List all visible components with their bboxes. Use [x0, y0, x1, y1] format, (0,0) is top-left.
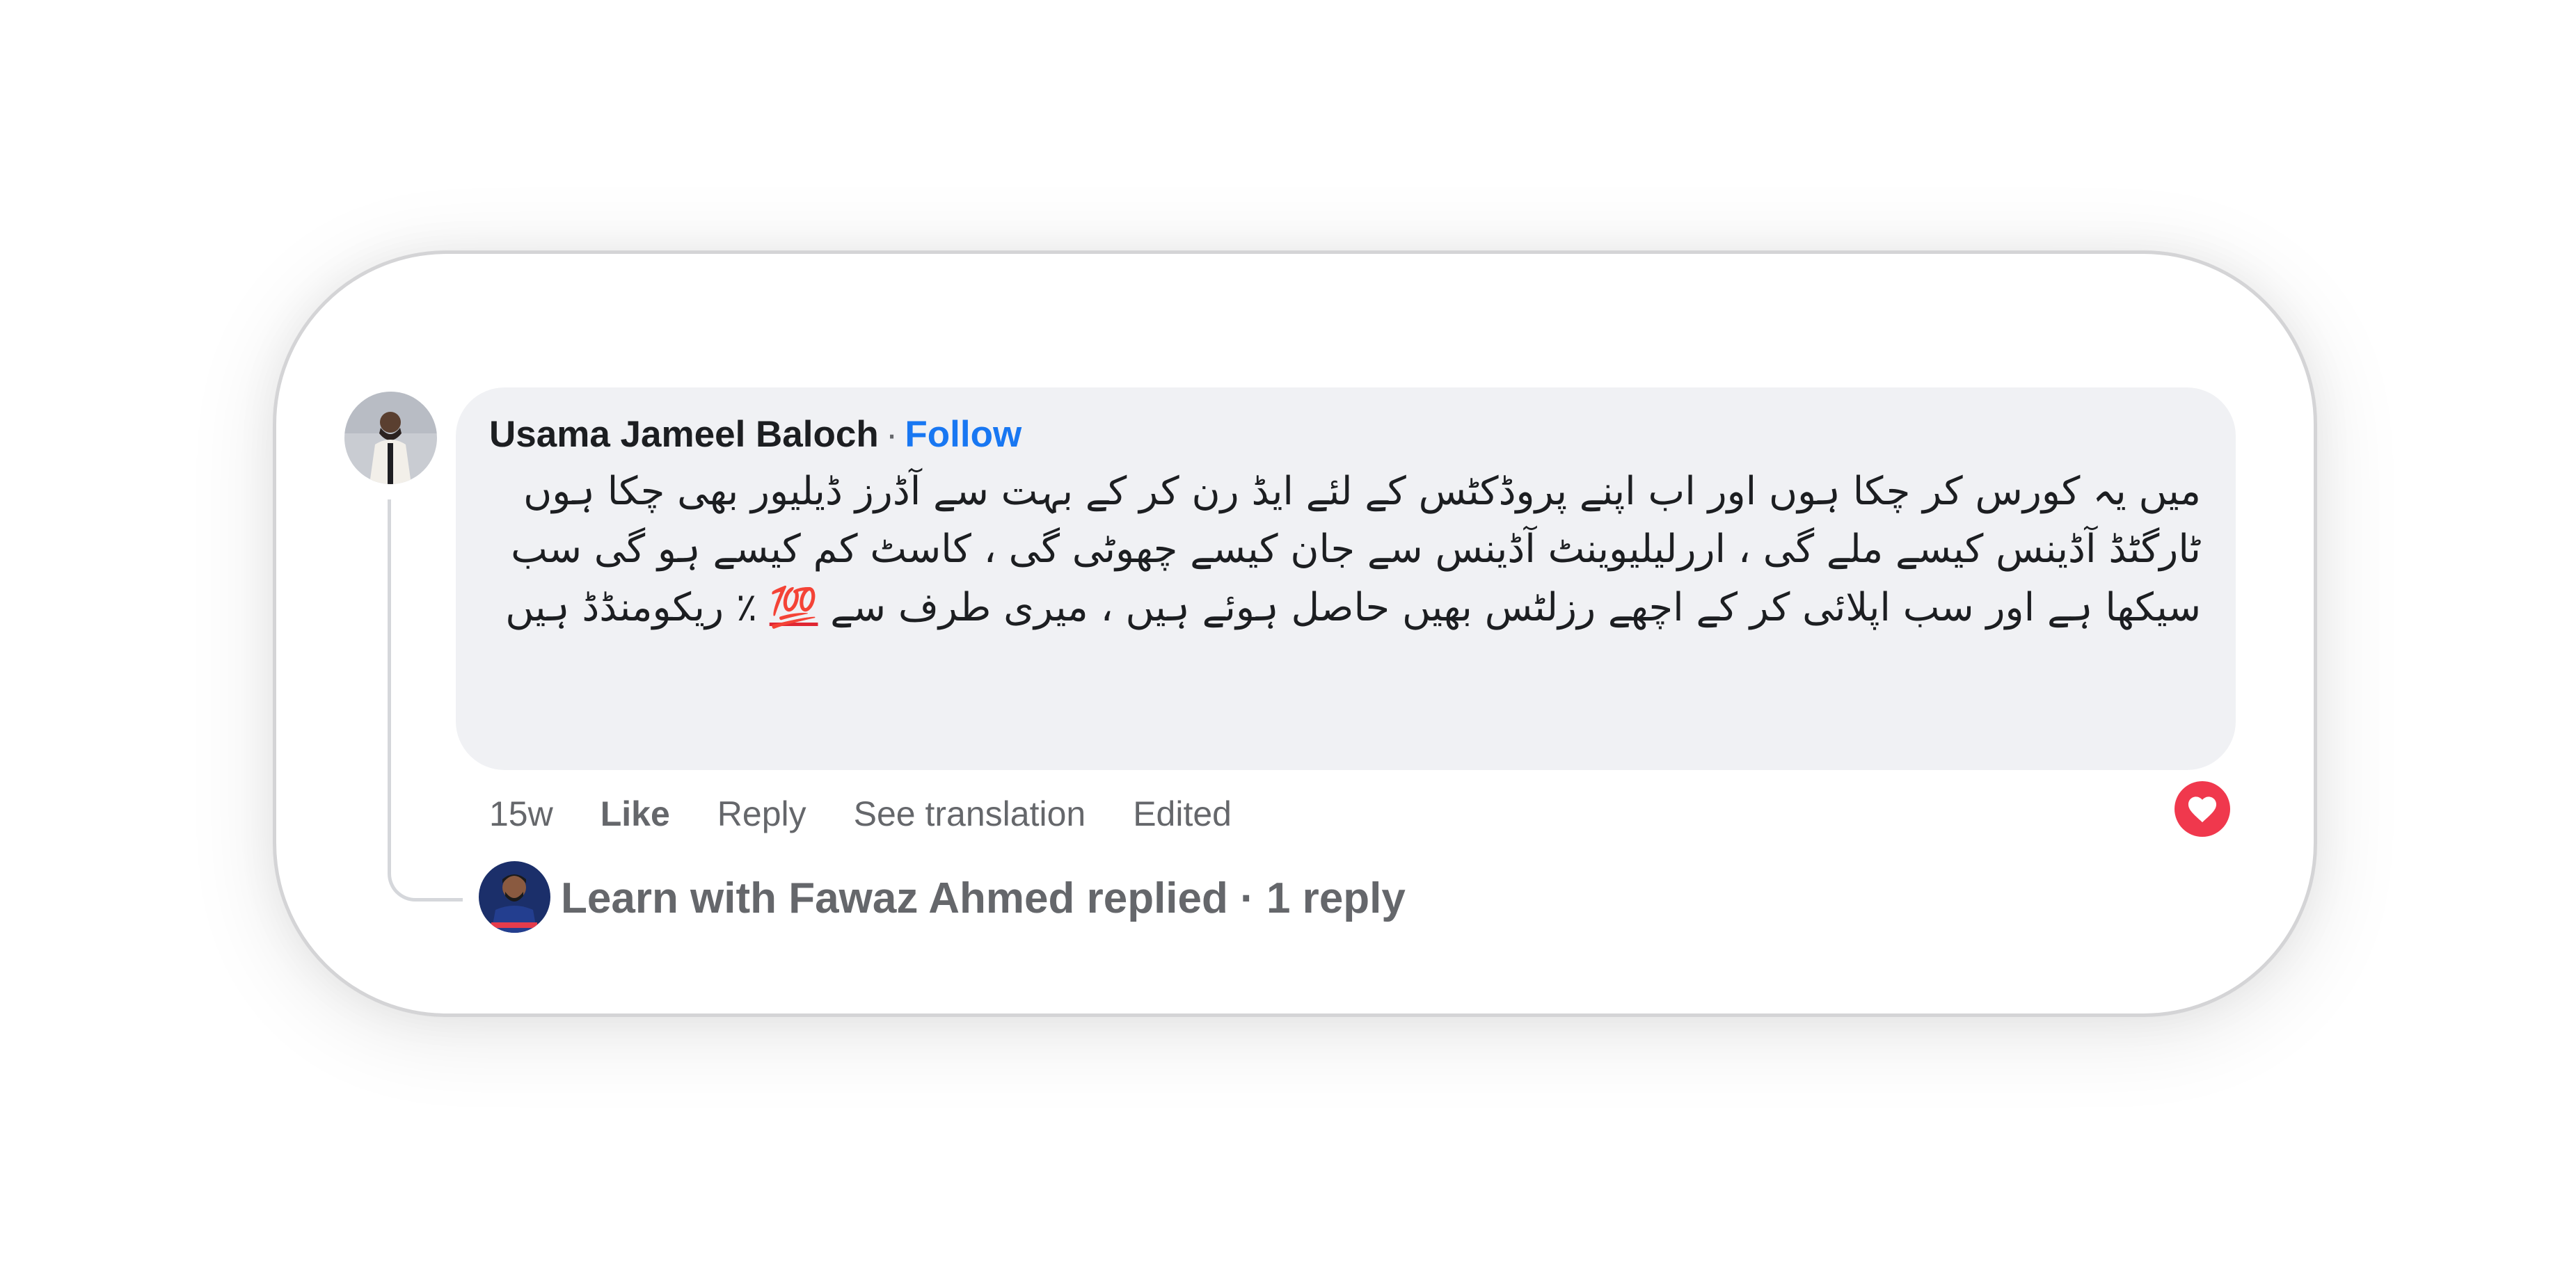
author-name[interactable]: Usama Jameel Baloch: [489, 410, 879, 459]
comment-actions: 15w Like Reply See translation Edited: [489, 790, 1279, 838]
stage: Usama Jameel Baloch · Follow میں یہ کورس…: [0, 0, 2576, 1266]
comment-header: Usama Jameel Baloch · Follow: [489, 410, 1021, 459]
reply-summary-link[interactable]: Learn with Fawaz Ahmed replied · 1 reply: [561, 871, 1406, 927]
hundred-icon: 💯: [769, 585, 818, 629]
comment-line-text: ٹارگٹڈ آڈینس کیسے ملے گی ، اررلیلیوینٹ آ…: [511, 527, 2201, 630]
reply-button[interactable]: Reply: [717, 794, 806, 834]
edited-label: Edited: [1133, 794, 1232, 833]
comment-tail: ٪ ریکومنڈڈ ہیں: [505, 585, 757, 630]
heart-icon[interactable]: [2175, 781, 2230, 837]
comment-line: میں یہ کورس کر چکا ہوں اور اب اپنے پروڈک…: [523, 469, 2201, 514]
thread-connector: [388, 499, 463, 902]
separator-dot: ·: [885, 414, 898, 455]
timestamp[interactable]: 15w: [489, 794, 553, 834]
comment-line: ٹارگٹڈ آڈینس کیسے ملے گی ، اررلیلیوینٹ آ…: [501, 520, 2201, 636]
author-avatar[interactable]: [344, 392, 437, 484]
see-translation-link[interactable]: See translation: [854, 794, 1086, 834]
reply-avatar[interactable]: [479, 861, 550, 933]
comment-body: میں یہ کورس کر چکا ہوں اور اب اپنے پروڈک…: [501, 463, 2201, 636]
follow-button[interactable]: Follow: [905, 410, 1021, 459]
like-button[interactable]: Like: [601, 794, 670, 834]
